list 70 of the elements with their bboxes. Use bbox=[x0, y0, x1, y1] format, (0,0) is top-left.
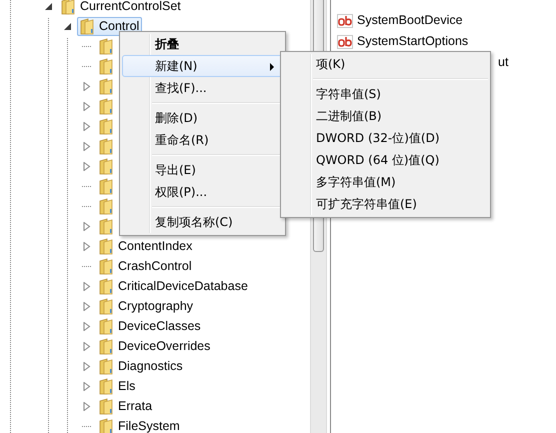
menu-item[interactable]: 复制项名称(C) bbox=[122, 211, 283, 233]
tree-item[interactable]: Cryptography bbox=[96, 296, 196, 316]
expand-arrow-icon[interactable] bbox=[82, 342, 91, 350]
folder-icon bbox=[99, 278, 113, 294]
menu-item[interactable]: 查找(F)... bbox=[122, 77, 283, 99]
menu-item[interactable]: 项(K) bbox=[283, 53, 488, 75]
folder-icon bbox=[99, 418, 113, 433]
menu-item[interactable]: 字符串值(S) bbox=[283, 83, 488, 105]
menu-item[interactable]: 可扩充字符串值(E) bbox=[283, 193, 488, 215]
folder-icon bbox=[99, 238, 113, 254]
menu-item[interactable]: 多字符串值(M) bbox=[283, 171, 488, 193]
tree-item[interactable]: Diagnostics bbox=[96, 356, 186, 376]
menu-item[interactable]: 二进制值(B) bbox=[283, 105, 488, 127]
tree-item[interactable]: CurrentControlSet bbox=[58, 0, 184, 16]
folder-icon bbox=[99, 178, 113, 194]
folder-icon bbox=[99, 218, 113, 234]
folder-icon bbox=[61, 0, 75, 14]
menu-item[interactable]: 权限(P)... bbox=[122, 181, 283, 203]
menu-item[interactable]: 折叠 bbox=[122, 33, 283, 55]
expand-arrow-icon[interactable] bbox=[82, 322, 91, 330]
menu-item[interactable]: 删除(D) bbox=[122, 107, 283, 129]
expand-arrow-icon[interactable] bbox=[82, 282, 91, 290]
folder-icon bbox=[99, 138, 113, 154]
expand-arrow-icon[interactable] bbox=[82, 302, 91, 310]
expand-arrow-icon[interactable] bbox=[82, 102, 91, 110]
expand-arrow-icon[interactable] bbox=[82, 122, 91, 130]
string-value-icon bbox=[337, 14, 353, 28]
folder-icon bbox=[99, 398, 113, 414]
collapse-arrow-icon[interactable] bbox=[44, 2, 53, 10]
expand-arrow-icon[interactable] bbox=[82, 162, 91, 170]
expand-arrow-icon[interactable] bbox=[82, 242, 91, 250]
folder-icon bbox=[80, 18, 94, 34]
tree-item[interactable]: FileSystem bbox=[96, 416, 183, 433]
folder-icon bbox=[99, 298, 113, 314]
folder-icon bbox=[99, 198, 113, 214]
menu-item[interactable]: 重命名(R) bbox=[122, 129, 283, 151]
expand-arrow-icon[interactable] bbox=[82, 402, 91, 410]
expand-arrow-icon[interactable] bbox=[82, 82, 91, 90]
folder-icon bbox=[99, 58, 113, 74]
folder-icon bbox=[99, 358, 113, 374]
menu-item[interactable]: QWORD (64 位)值(Q) bbox=[283, 149, 488, 171]
tree-item[interactable]: Control bbox=[77, 16, 142, 36]
folder-icon bbox=[99, 78, 113, 94]
folder-icon bbox=[99, 98, 113, 114]
folder-icon bbox=[99, 338, 113, 354]
value-name[interactable]: SystemStartOptions bbox=[357, 32, 468, 51]
tree-item[interactable]: DeviceOverrides bbox=[96, 336, 214, 356]
tree-item[interactable]: DeviceClasses bbox=[96, 316, 204, 336]
folder-icon bbox=[99, 38, 113, 54]
tree-item[interactable]: Els bbox=[96, 376, 138, 396]
menu-item[interactable]: 导出(E) bbox=[122, 159, 283, 181]
collapse-arrow-icon[interactable] bbox=[63, 22, 72, 30]
tree-item[interactable]: Errata bbox=[96, 396, 156, 416]
tree-item[interactable]: CriticalDeviceDatabase bbox=[96, 276, 251, 296]
value-name[interactable]: SystemBootDevice bbox=[357, 11, 463, 30]
expand-arrow-icon[interactable] bbox=[82, 222, 91, 230]
menu-item[interactable]: 新建(N) bbox=[122, 55, 283, 77]
folder-icon bbox=[99, 258, 113, 274]
menu-item[interactable]: DWORD (32-位)值(D) bbox=[283, 127, 488, 149]
expand-arrow-icon[interactable] bbox=[82, 362, 91, 370]
string-value-icon bbox=[337, 34, 353, 48]
folder-icon bbox=[99, 378, 113, 394]
expand-arrow-icon[interactable] bbox=[82, 382, 91, 390]
folder-icon bbox=[99, 318, 113, 334]
tree-item[interactable]: ContentIndex bbox=[96, 236, 196, 256]
expand-arrow-icon[interactable] bbox=[82, 142, 91, 150]
folder-icon bbox=[99, 158, 113, 174]
folder-icon bbox=[99, 118, 113, 134]
tree-item[interactable]: CrashControl bbox=[96, 256, 195, 276]
value-name[interactable]: ut bbox=[498, 53, 508, 72]
